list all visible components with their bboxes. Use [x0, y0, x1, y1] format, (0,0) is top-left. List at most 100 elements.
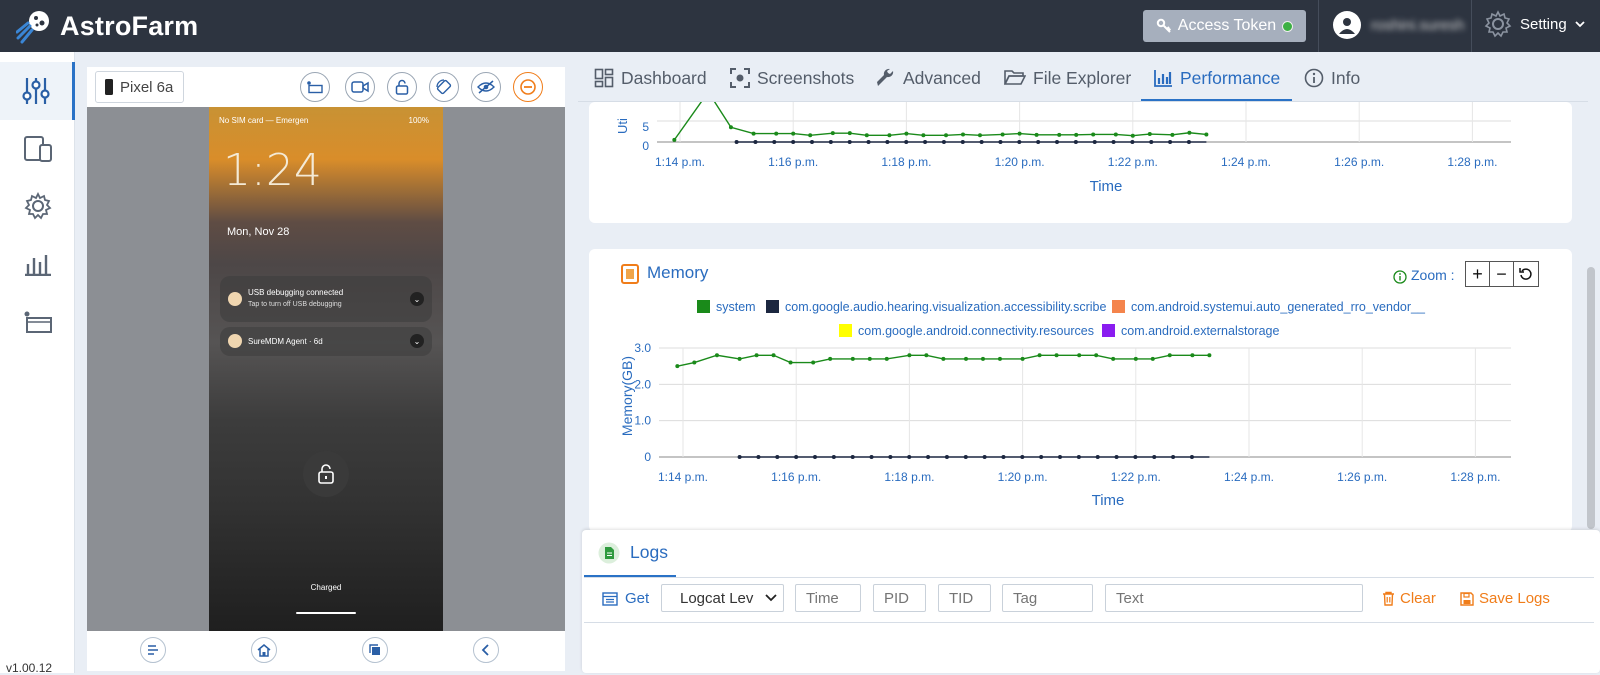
- data-point: [944, 133, 949, 138]
- back-button[interactable]: [473, 637, 499, 663]
- phone-notification[interactable]: USB debugging connected Tap to turn off …: [220, 276, 432, 322]
- overview-icon: [369, 644, 380, 655]
- phone-unlock-button[interactable]: [303, 451, 349, 497]
- data-point: [808, 133, 813, 138]
- data-point: [737, 455, 742, 459]
- chevron-down-icon: [1575, 21, 1585, 28]
- device-screen[interactable]: No SIM card — Emergen 100% 1:24 Mon, Nov…: [209, 107, 443, 631]
- header-divider: [1318, 0, 1319, 52]
- home-button[interactable]: [251, 637, 277, 663]
- dashboard-icon: [594, 68, 614, 88]
- nav-settings[interactable]: [0, 177, 75, 235]
- tab-dashboard[interactable]: Dashboard: [594, 68, 707, 102]
- data-point: [791, 131, 796, 136]
- release-device-button[interactable]: [513, 72, 543, 102]
- x-tick-label: 1:18 p.m.: [884, 470, 934, 484]
- save-icon: [1460, 591, 1474, 606]
- data-point: [980, 356, 985, 361]
- nav-folders[interactable]: [0, 293, 75, 351]
- clear-logs-button[interactable]: Clear: [1382, 590, 1436, 607]
- username: roshini.suresh: [1371, 16, 1465, 34]
- data-point: [1189, 455, 1194, 459]
- data-point: [961, 132, 965, 137]
- text-filter-input[interactable]: [1105, 584, 1363, 612]
- hide-screen-button[interactable]: [471, 72, 501, 102]
- data-point: [850, 455, 855, 459]
- y-axis-label: Memory(GB): [619, 356, 635, 436]
- pid-filter-input[interactable]: [873, 584, 926, 612]
- legend-label[interactable]: com.android.externalstorage: [1121, 324, 1279, 338]
- data-point: [1186, 140, 1191, 144]
- legend-swatch[interactable]: [697, 300, 710, 313]
- legend-swatch[interactable]: [839, 324, 852, 337]
- x-tick-label: 1:16 p.m.: [771, 470, 821, 484]
- folder-window-icon: [307, 81, 323, 94]
- logs-title: Logs: [630, 542, 668, 562]
- tid-filter-input[interactable]: [938, 584, 991, 612]
- content-scrollbar[interactable]: [1587, 267, 1595, 529]
- data-point: [672, 137, 677, 142]
- nav-devices[interactable]: [0, 120, 75, 178]
- save-logs-button[interactable]: Save Logs: [1460, 590, 1550, 607]
- memory-chart[interactable]: system com.google.audio.hearing.visualiza…: [589, 249, 1572, 532]
- data-point: [1073, 140, 1078, 144]
- data-point: [921, 133, 926, 138]
- nav-controls[interactable]: [0, 62, 75, 120]
- data-point: [1130, 133, 1135, 138]
- legend-label[interactable]: com.android.systemui.auto_generated_rro_…: [1131, 300, 1426, 314]
- cpu-chart[interactable]: Uti 5 0 1:14 p.m. 1:16 p.m. 1:18 p.m. 1:20 …: [589, 90, 1572, 223]
- main-tabs: Dashboard Screenshots Advanced File Expl…: [578, 60, 1600, 102]
- data-point: [864, 133, 869, 138]
- data-point: [1133, 455, 1138, 459]
- overview-button[interactable]: [362, 637, 388, 663]
- legend-label[interactable]: system: [716, 300, 756, 314]
- data-point: [1055, 140, 1060, 144]
- logcat-level-select[interactable]: Logcat Lev: [661, 584, 784, 612]
- tab-label: Screenshots: [757, 68, 855, 88]
- legend-swatch[interactable]: [1112, 300, 1125, 313]
- tab-performance[interactable]: Performance: [1141, 68, 1293, 102]
- legend-swatch[interactable]: [766, 300, 779, 313]
- get-logs-button[interactable]: Get: [602, 590, 649, 607]
- toolbar-folder-button[interactable]: [300, 72, 330, 102]
- bar-chart-icon: [1154, 70, 1172, 87]
- nav-reports[interactable]: [0, 235, 75, 293]
- phone-home-indicator: [296, 612, 356, 614]
- brand[interactable]: AstroFarm: [16, 8, 198, 44]
- chevron-left-icon: [481, 644, 489, 656]
- data-point: [1057, 132, 1062, 137]
- notification-title: SureMDM Agent · 6d: [248, 337, 323, 346]
- tag-filter-input[interactable]: [1002, 584, 1093, 612]
- y-tick-label: 3.0: [634, 341, 651, 355]
- devices-icon: [23, 136, 52, 162]
- record-video-button[interactable]: [345, 72, 375, 102]
- setting-menu[interactable]: Setting: [1484, 10, 1585, 38]
- legend-label[interactable]: com.google.audio.hearing.visualization.a…: [785, 300, 1107, 314]
- phone-notification[interactable]: SureMDM Agent · 6d ⌄: [220, 327, 432, 356]
- tab-screenshots[interactable]: Screenshots: [730, 68, 854, 102]
- data-point: [754, 353, 759, 358]
- legend-label[interactable]: com.google.android.connectivity.resource…: [858, 324, 1094, 338]
- legend-swatch[interactable]: [1102, 324, 1115, 337]
- unlock-button[interactable]: [387, 72, 417, 102]
- gear-icon: [1484, 10, 1512, 38]
- data-point: [1111, 140, 1116, 144]
- notification-title: USB debugging connected: [248, 288, 344, 297]
- x-axis-label: Time: [1092, 492, 1125, 509]
- tab-advanced[interactable]: Advanced: [876, 68, 981, 102]
- side-navigation: [0, 52, 75, 673]
- time-filter-input[interactable]: [795, 584, 861, 612]
- device-selector[interactable]: Pixel 6a: [95, 71, 185, 103]
- chevron-down-icon: [765, 594, 777, 602]
- user-menu[interactable]: roshini.suresh: [1333, 11, 1464, 39]
- recent-menu-button[interactable]: [140, 637, 166, 663]
- y-tick-label: 0: [642, 139, 649, 153]
- tab-file-explorer[interactable]: File Explorer: [1004, 68, 1131, 102]
- rotate-button[interactable]: [429, 72, 459, 102]
- y-tick-label: 0: [644, 450, 651, 464]
- logs-tab[interactable]: Logs: [584, 530, 676, 578]
- device-screen-area[interactable]: No SIM card — Emergen 100% 1:24 Mon, Nov…: [87, 107, 565, 631]
- tab-info[interactable]: Info: [1304, 68, 1360, 102]
- access-token-button[interactable]: Access Token: [1143, 10, 1306, 42]
- data-point: [887, 133, 892, 138]
